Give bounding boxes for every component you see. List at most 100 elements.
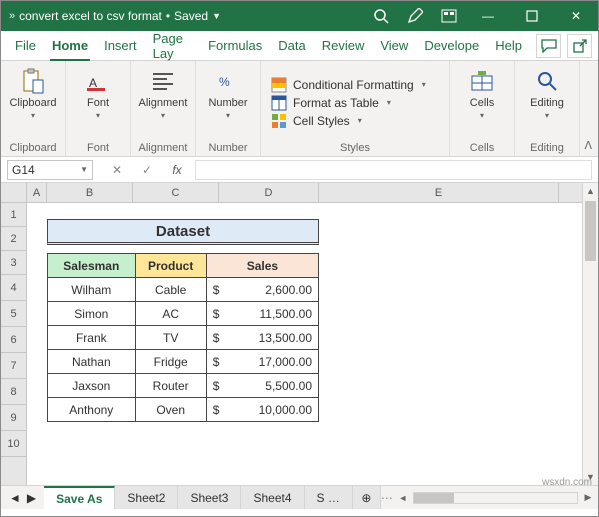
col-header[interactable]: E bbox=[319, 183, 559, 202]
qat-overflow-icon[interactable]: » bbox=[9, 10, 15, 22]
tab-overflow[interactable]: ⋯ bbox=[381, 486, 393, 509]
ribbon: Clipboard▾ Clipboard AFont▾ Font Alignme… bbox=[1, 61, 598, 157]
share-button[interactable] bbox=[567, 34, 592, 58]
col-header[interactable]: D bbox=[219, 183, 319, 202]
tab-file[interactable]: File bbox=[7, 31, 44, 61]
sheet-tab-bar: ◄ ▶ Save As Sheet2 Sheet3 Sheet4 S … ⊕ ⋯… bbox=[1, 485, 598, 509]
pen-icon[interactable] bbox=[398, 1, 432, 31]
tab-home[interactable]: Home bbox=[44, 31, 96, 61]
tab-page-layout[interactable]: Page Lay bbox=[145, 31, 200, 61]
paste-button[interactable]: Clipboard▾ bbox=[5, 65, 61, 122]
tab-view[interactable]: View bbox=[372, 31, 416, 61]
row-header[interactable]: 10 bbox=[1, 431, 26, 457]
tab-review[interactable]: Review bbox=[314, 31, 373, 61]
alignment-button[interactable]: Alignment▾ bbox=[135, 65, 191, 122]
row-header[interactable]: 6 bbox=[1, 327, 26, 353]
group-label: Clipboard bbox=[9, 140, 56, 154]
sheet-tab-sheet4[interactable]: Sheet4 bbox=[241, 486, 304, 509]
group-label: Alignment bbox=[139, 140, 188, 154]
table-row: WilhamCable$2,600.00 bbox=[48, 278, 319, 302]
select-all[interactable] bbox=[1, 183, 26, 203]
row-header[interactable]: 5 bbox=[1, 301, 26, 327]
save-status: Saved bbox=[174, 9, 208, 23]
cancel-icon: ✕ bbox=[105, 163, 129, 177]
sheet-tab-sheet3[interactable]: Sheet3 bbox=[178, 486, 241, 509]
row-header[interactable]: 4 bbox=[1, 275, 26, 301]
tab-nav-next-icon[interactable]: ▶ bbox=[27, 491, 36, 505]
group-label: Editing bbox=[530, 140, 564, 154]
row-header[interactable]: 8 bbox=[1, 379, 26, 405]
scroll-up-icon[interactable]: ▲ bbox=[583, 183, 598, 199]
format-as-table-button[interactable]: Format as Table▾ bbox=[265, 94, 445, 112]
scroll-thumb[interactable] bbox=[414, 493, 454, 503]
tab-developer[interactable]: Develope bbox=[416, 31, 487, 61]
group-number: %Number▾ Number bbox=[196, 61, 261, 156]
ribbon-mode-icon[interactable] bbox=[432, 1, 466, 31]
group-clipboard: Clipboard▾ Clipboard bbox=[1, 61, 66, 156]
enter-icon: ✓ bbox=[135, 163, 159, 177]
collapse-ribbon-icon[interactable]: ᐱ bbox=[584, 139, 592, 152]
header-product: Product bbox=[135, 254, 206, 278]
dropdown-icon[interactable]: ▼ bbox=[212, 11, 221, 21]
group-styles: Conditional Formatting▾ Format as Table▾… bbox=[261, 61, 450, 156]
group-label: Cells bbox=[470, 140, 494, 154]
close-button[interactable]: ✕ bbox=[554, 1, 598, 31]
editing-button[interactable]: Editing▾ bbox=[519, 65, 575, 122]
new-sheet-button[interactable]: ⊕ bbox=[353, 486, 381, 509]
tab-data[interactable]: Data bbox=[270, 31, 313, 61]
table-row: SimonAC$11,500.00 bbox=[48, 302, 319, 326]
row-header[interactable]: 1 bbox=[1, 203, 26, 227]
table-row: FrankTV$13,500.00 bbox=[48, 326, 319, 350]
minimize-button[interactable]: — bbox=[466, 1, 510, 31]
conditional-formatting-button[interactable]: Conditional Formatting▾ bbox=[265, 76, 445, 94]
worksheet-area: 1 2 3 4 5 6 7 8 9 10 A B C D E Dataset S… bbox=[1, 183, 598, 485]
title-bar: » convert excel to csv format • Saved ▼ … bbox=[1, 1, 598, 31]
row-headers: 1 2 3 4 5 6 7 8 9 10 bbox=[1, 183, 27, 485]
table-row: JaxsonRouter$5,500.00 bbox=[48, 374, 319, 398]
comments-button[interactable] bbox=[536, 34, 561, 58]
font-button[interactable]: AFont▾ bbox=[70, 65, 126, 122]
table-row: NathanFridge$17,000.00 bbox=[48, 350, 319, 374]
scroll-right-icon[interactable]: ▶ bbox=[580, 492, 596, 503]
row-header[interactable]: 7 bbox=[1, 353, 26, 379]
cell-grid[interactable]: Dataset Salesman Product Sales WilhamCab… bbox=[27, 203, 582, 485]
horizontal-scrollbar[interactable]: ◄ ▶ bbox=[393, 486, 598, 509]
bullet-sep: • bbox=[166, 9, 170, 23]
group-label: Number bbox=[208, 140, 247, 154]
tab-formulas[interactable]: Formulas bbox=[200, 31, 270, 61]
search-icon[interactable] bbox=[364, 1, 398, 31]
row-header[interactable]: 2 bbox=[1, 227, 26, 251]
name-box[interactable]: G14▼ bbox=[7, 160, 93, 180]
table-row: AnthonyOven$10,000.00 bbox=[48, 398, 319, 422]
col-header[interactable]: A bbox=[27, 183, 47, 202]
ribbon-tabs: File Home Insert Page Lay Formulas Data … bbox=[1, 31, 598, 61]
row-header[interactable]: 3 bbox=[1, 251, 26, 275]
group-label: Styles bbox=[340, 140, 370, 154]
header-salesman: Salesman bbox=[48, 254, 136, 278]
vertical-scrollbar[interactable]: ▲ ▼ bbox=[582, 183, 598, 485]
cell-styles-button[interactable]: Cell Styles▾ bbox=[265, 112, 445, 130]
group-cells: Cells▾ Cells bbox=[450, 61, 515, 156]
cells-button[interactable]: Cells▾ bbox=[454, 65, 510, 122]
sheet-tab-more[interactable]: S … bbox=[305, 486, 353, 509]
tab-insert[interactable]: Insert bbox=[96, 31, 145, 61]
number-button[interactable]: %Number▾ bbox=[200, 65, 256, 122]
fx-icon[interactable]: fx bbox=[165, 163, 189, 177]
group-editing: Editing▾ Editing bbox=[515, 61, 580, 156]
scroll-thumb[interactable] bbox=[585, 201, 596, 261]
row-header[interactable]: 9 bbox=[1, 405, 26, 431]
tab-help[interactable]: Help bbox=[487, 31, 530, 61]
group-font: AFont▾ Font bbox=[66, 61, 131, 156]
tab-nav-prev-icon[interactable]: ◄ bbox=[9, 491, 21, 505]
col-header[interactable]: B bbox=[47, 183, 133, 202]
col-header[interactable]: C bbox=[133, 183, 219, 202]
scroll-left-icon[interactable]: ◄ bbox=[395, 493, 411, 503]
group-label: Font bbox=[87, 140, 109, 154]
dataset-title: Dataset bbox=[47, 219, 319, 245]
formula-bar-row: G14▼ ✕ ✓ fx bbox=[1, 157, 598, 183]
group-alignment: Alignment▾ Alignment bbox=[131, 61, 196, 156]
formula-bar[interactable] bbox=[195, 160, 592, 180]
sheet-tab-saveas[interactable]: Save As bbox=[44, 486, 115, 509]
sheet-tab-sheet2[interactable]: Sheet2 bbox=[115, 486, 178, 509]
maximize-button[interactable] bbox=[510, 1, 554, 31]
